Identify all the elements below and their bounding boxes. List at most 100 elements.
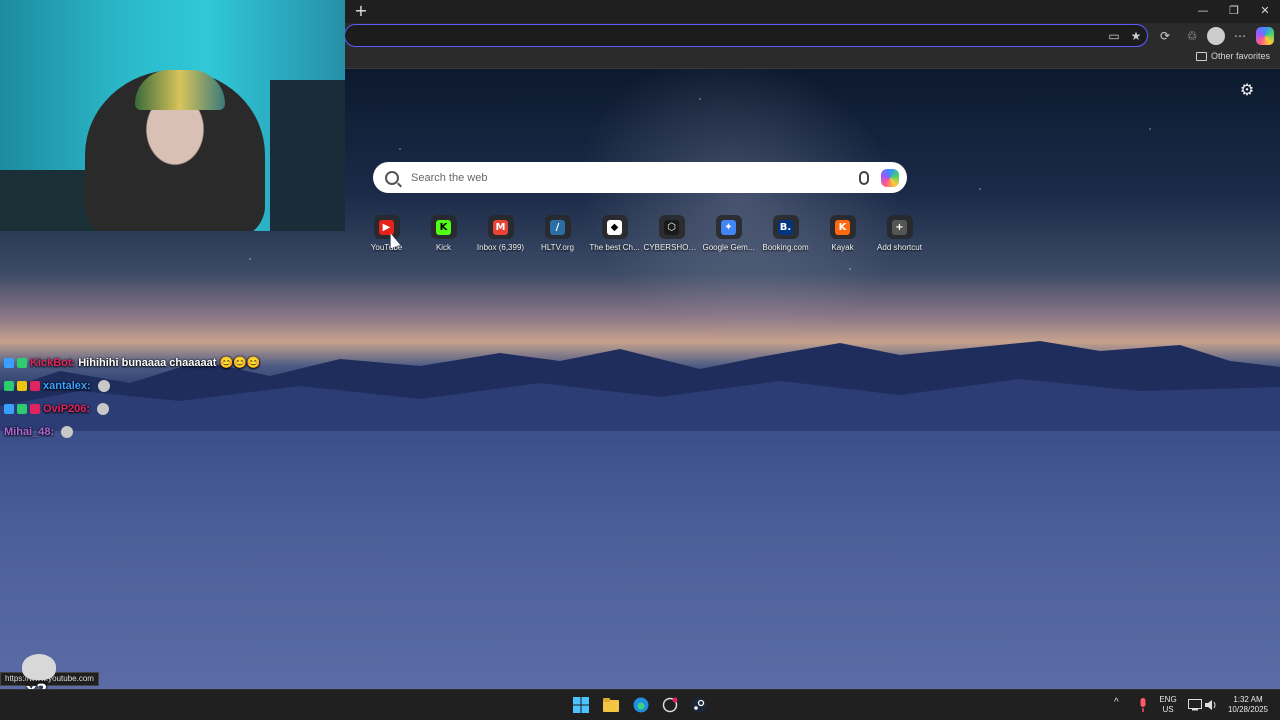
- file-explorer-icon[interactable]: [602, 696, 620, 714]
- search-icon: [385, 170, 399, 185]
- shortcut-8[interactable]: K Kayak: [814, 215, 871, 259]
- chat-badge-icon: [4, 403, 14, 414]
- region-label: US: [1162, 705, 1174, 714]
- maximize-button[interactable]: ❐: [1221, 2, 1247, 20]
- shortcut-6[interactable]: ✦ Google Gem...: [700, 215, 757, 259]
- shortcut-tile[interactable]: ✦: [715, 215, 742, 239]
- shortcut-favicon-icon: /: [550, 219, 565, 235]
- shortcut-tile[interactable]: +: [886, 215, 913, 239]
- chat-emote-icon: [61, 425, 74, 438]
- shortcut-label: Inbox (6,399): [476, 243, 525, 252]
- clock-time: 1:32 AM: [1233, 695, 1263, 704]
- shortcut-tile[interactable]: K: [430, 215, 457, 239]
- streamer-cap: [135, 70, 225, 110]
- folder-icon: [1195, 51, 1207, 61]
- shortcut-tile[interactable]: /: [544, 215, 571, 239]
- copilot-icon[interactable]: [1256, 27, 1274, 45]
- chat-username[interactable]: KickBot:: [30, 357, 75, 369]
- chat-message: OviP206:: [4, 397, 324, 420]
- language-label: ENG: [1159, 695, 1177, 704]
- language-indicator[interactable]: ENG US: [1156, 695, 1180, 715]
- chat-username[interactable]: xantalex:: [43, 380, 91, 392]
- minimize-button[interactable]: —: [1190, 2, 1216, 20]
- more-icon[interactable]: ⋯: [1231, 27, 1249, 45]
- chat-badge-icon: [30, 380, 40, 391]
- shortcut-label: CYBERSHOK...: [643, 243, 700, 252]
- extensions-icon[interactable]: ♲: [1183, 27, 1201, 45]
- shortcut-label: Google Gem...: [702, 243, 755, 252]
- other-favorites-button[interactable]: Other favorites: [1195, 51, 1270, 61]
- chat-badge-icon: [17, 380, 27, 391]
- shortcut-tile[interactable]: K: [829, 215, 856, 239]
- shortcut-5[interactable]: ⬡ CYBERSHOK...: [643, 215, 700, 259]
- shortcut-tile[interactable]: ◆: [601, 215, 628, 239]
- screen: + — ❐ ✕ ▭ ★ ⟳ ♲ ⋯ Other favorites ⚙ Sear…: [0, 0, 1280, 720]
- shortcut-favicon-icon: B.: [778, 219, 793, 235]
- shortcut-2[interactable]: M Inbox (6,399): [472, 215, 529, 259]
- shortcut-favicon-icon: +: [892, 219, 907, 235]
- chat-badge-icon: [17, 403, 27, 414]
- shortcut-9[interactable]: + Add shortcut: [871, 215, 928, 259]
- ice-plain: [0, 431, 1280, 689]
- microphone-tray-icon[interactable]: [1134, 696, 1152, 714]
- favorite-star-icon[interactable]: ★: [1127, 27, 1145, 45]
- shortcut-label: Kick: [435, 243, 452, 252]
- shortcut-favicon-icon: K: [835, 219, 850, 235]
- chat-message: KickBot: Hihihihi bunaaaa chaaaaat 😊😊😊: [4, 351, 324, 374]
- steam-icon[interactable]: [690, 696, 708, 714]
- shortcut-grid: ▶ YouTube K Kick M Inbox (6,399) / HLTV.org ◆ The…: [358, 215, 928, 259]
- shortcut-favicon-icon: M: [493, 219, 508, 235]
- app-icon[interactable]: [661, 696, 679, 714]
- microphone-icon[interactable]: [859, 170, 869, 185]
- shortcut-7[interactable]: B. Booking.com: [757, 215, 814, 259]
- chat-badge-icon: [4, 357, 14, 368]
- chat-badge-icon: [30, 403, 40, 414]
- volume-icon[interactable]: [1202, 696, 1220, 714]
- copilot-search-icon[interactable]: [881, 168, 899, 187]
- tray-overflow-chevron-icon[interactable]: ^: [1114, 698, 1119, 708]
- shortcut-label: Booking.com: [762, 243, 809, 252]
- edge-browser-icon[interactable]: [632, 696, 650, 714]
- shortcut-favicon-icon: ◆: [607, 219, 622, 235]
- taskbar: ^ ENG US 1:32 AM 10/28/2025: [0, 689, 1280, 720]
- shortcut-3[interactable]: / HLTV.org: [529, 215, 586, 259]
- gear-icon[interactable]: ⚙: [1238, 81, 1256, 99]
- address-bar[interactable]: ▭ ★: [344, 24, 1148, 47]
- chat-emote-icon: [97, 379, 110, 392]
- shortcut-4[interactable]: ◆ The best Ch...: [586, 215, 643, 259]
- clock[interactable]: 1:32 AM 10/28/2025: [1222, 695, 1274, 715]
- shortcut-tile[interactable]: B.: [772, 215, 799, 239]
- chat-text: Hihihihi bunaaaa chaaaaat 😊😊😊: [78, 357, 261, 369]
- chat-message: xantalex:: [4, 374, 324, 397]
- shortcut-favicon-icon: ✦: [721, 219, 736, 235]
- chat-badge-icon: [4, 380, 14, 391]
- shortcut-tile[interactable]: M: [487, 215, 514, 239]
- cat-face: [22, 654, 56, 680]
- chat-username[interactable]: OviP206:: [43, 403, 90, 415]
- shortcut-favicon-icon: K: [436, 219, 451, 235]
- chat-message: Mihai_48:: [4, 420, 324, 443]
- shortcut-1[interactable]: K Kick: [415, 215, 472, 259]
- shortcut-label: HLTV.org: [541, 243, 574, 252]
- shortcut-tile[interactable]: ⬡: [658, 215, 685, 239]
- close-button[interactable]: ✕: [1252, 2, 1278, 20]
- chat-overlay: KickBot: Hihihihi bunaaaa chaaaaat 😊😊😊 xan…: [4, 351, 324, 443]
- webcam-background-wall: [270, 80, 345, 231]
- search-box[interactable]: Search the web: [373, 162, 907, 193]
- refresh-extension-icon[interactable]: ⟳: [1156, 27, 1174, 45]
- shortcut-label: Add shortcut: [877, 243, 922, 252]
- shortcut-label: Kayak: [831, 243, 854, 252]
- chat-username[interactable]: Mihai_48:: [4, 426, 54, 438]
- other-favorites-label: Other favorites: [1210, 51, 1270, 61]
- chat-emote-icon: [97, 402, 110, 415]
- profile-icon[interactable]: [1207, 27, 1225, 45]
- shortcut-label: The best Ch...: [589, 243, 640, 252]
- webcam-overlay: [0, 0, 345, 231]
- search-input[interactable]: Search the web: [411, 172, 859, 184]
- new-tab-button[interactable]: +: [351, 2, 371, 20]
- clock-date: 10/28/2025: [1227, 705, 1269, 714]
- chat-badge-icon: [17, 357, 27, 368]
- shortcut-favicon-icon: ⬡: [664, 219, 679, 235]
- windows-start-icon[interactable]: [572, 696, 590, 714]
- reading-view-icon[interactable]: ▭: [1105, 27, 1123, 45]
